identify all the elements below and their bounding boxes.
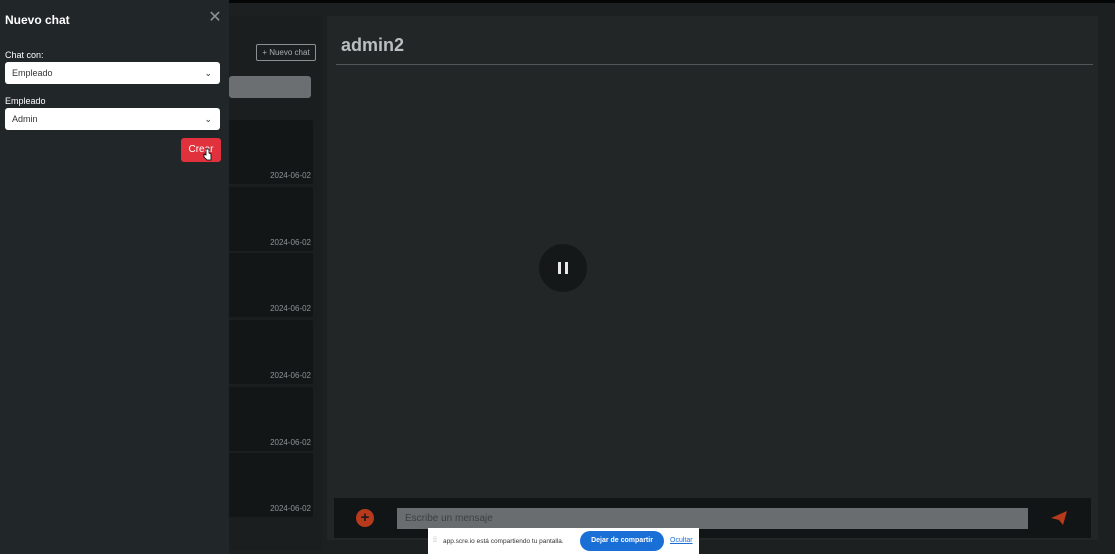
chat-date: 2024-06-02: [270, 438, 311, 447]
chat-with-select[interactable]: Empleado ⌄: [5, 62, 220, 84]
chat-with-label: Chat con:: [5, 50, 44, 60]
stop-sharing-button[interactable]: Dejar de compartir: [580, 531, 664, 551]
new-chat-button[interactable]: + Nuevo chat: [256, 44, 316, 61]
create-button[interactable]: Crear: [181, 138, 221, 162]
chat-date: 2024-06-02: [270, 238, 311, 247]
drag-handle-icon[interactable]: ⁞⁞: [433, 537, 437, 544]
plus-circle-icon[interactable]: +: [356, 509, 374, 527]
chat-list-item[interactable]: 2024-06-02: [229, 387, 313, 451]
chat-date: 2024-06-02: [270, 304, 311, 313]
chat-list-item[interactable]: 2024-06-02: [229, 253, 313, 317]
chat-date: 2024-06-02: [270, 371, 311, 380]
chevron-down-icon: ⌄: [204, 68, 212, 78]
paper-plane-icon[interactable]: [1050, 509, 1068, 527]
conversation-divider: [336, 64, 1093, 65]
pause-icon[interactable]: [539, 244, 587, 292]
chat-date: 2024-06-02: [270, 171, 311, 180]
employee-select[interactable]: Admin ⌄: [5, 108, 220, 130]
hand-cursor-icon: [203, 148, 212, 161]
chat-list-item[interactable]: 2024-06-02: [229, 320, 313, 384]
chat-list-item[interactable]: 2024-06-02: [229, 453, 313, 517]
chat-list-item[interactable]: 2024-06-02: [229, 187, 313, 251]
hide-link[interactable]: Ocultar: [670, 537, 693, 544]
chat-search-input[interactable]: [229, 76, 311, 98]
message-input[interactable]: [397, 508, 1028, 529]
screen-share-bar: ⁞⁞ app.scre.io está compartiendo tu pant…: [428, 528, 699, 554]
chat-with-value: Empleado: [12, 68, 53, 78]
chevron-down-icon: ⌄: [204, 114, 212, 124]
drawer-title: Nuevo chat: [5, 13, 70, 27]
conversation-title: admin2: [341, 35, 405, 55]
share-status-text: app.scre.io está compartiendo tu pantall…: [443, 538, 564, 545]
new-chat-drawer: Nuevo chat ✕ Chat con: Empleado ⌄ Emplea…: [0, 0, 229, 554]
chat-list-item[interactable]: 2024-06-02: [229, 120, 313, 184]
chat-date: 2024-06-02: [270, 504, 311, 513]
close-icon[interactable]: ✕: [208, 10, 222, 26]
conversation-panel: [327, 16, 1098, 540]
employee-label: Empleado: [5, 96, 46, 106]
employee-value: Admin: [12, 114, 38, 124]
